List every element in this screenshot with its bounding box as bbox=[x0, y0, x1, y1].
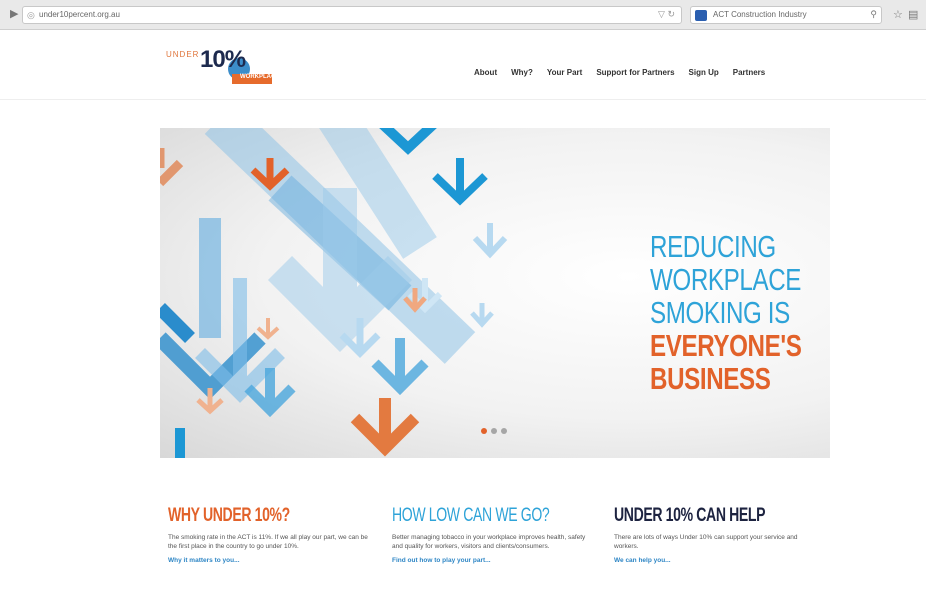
main-nav: About Why? Your Part Support for Partner… bbox=[474, 68, 765, 82]
column-body: The smoking rate in the ACT is 11%. If w… bbox=[168, 534, 368, 550]
why-it-matters-link[interactable]: Why it matters to you... bbox=[168, 557, 373, 564]
logo-subtitle: WORKPLACE bbox=[240, 74, 280, 80]
why-under-10-column: WHY UNDER 10%? The smoking rate in the A… bbox=[168, 505, 373, 565]
logo-prefix: UNDER bbox=[166, 50, 200, 59]
nav-why[interactable]: Why? bbox=[511, 68, 533, 82]
site-logo[interactable]: UNDER 10% WORKPLACE bbox=[166, 46, 280, 88]
site-header: UNDER 10% WORKPLACE About Why? Your Part… bbox=[0, 30, 926, 100]
hero-banner[interactable]: REDUCING WORKPLACE SMOKING IS EVERYONE'S… bbox=[160, 128, 830, 458]
back-arrow-icon[interactable]: ▶ bbox=[10, 8, 22, 20]
arrow-shape bbox=[371, 338, 429, 396]
hero-line: BUSINESS bbox=[650, 361, 771, 396]
play-your-part-link[interactable]: Find out how to play your part... bbox=[392, 557, 597, 564]
hero-headline: REDUCING WORKPLACE SMOKING IS EVERYONE'S… bbox=[650, 230, 830, 395]
hero-line: WORKPLACE bbox=[650, 262, 802, 297]
arrow-shape bbox=[472, 223, 508, 259]
logo-number: 10% bbox=[200, 46, 246, 73]
hero-line: EVERYONE'S bbox=[650, 328, 802, 363]
arrow-shape bbox=[470, 303, 494, 328]
nav-sign-up[interactable]: Sign Up bbox=[689, 68, 719, 82]
we-can-help-link[interactable]: We can help you... bbox=[614, 557, 819, 564]
arrow-shape bbox=[379, 128, 437, 155]
arrow-shape bbox=[432, 158, 488, 206]
nav-about[interactable]: About bbox=[474, 68, 497, 82]
column-body: There are lots of ways Under 10% can sup… bbox=[614, 534, 798, 550]
bookmark-star-icon[interactable]: ☆ bbox=[893, 8, 903, 21]
address-bar[interactable]: ◎ under10percent.org.au ▽ ↻ bbox=[22, 6, 682, 24]
browser-toolbar: ▶ ◎ under10percent.org.au ▽ ↻ ACT Constr… bbox=[0, 0, 926, 30]
url-text: under10percent.org.au bbox=[39, 10, 120, 19]
arrow-shape bbox=[350, 398, 420, 457]
search-engine-icon[interactable] bbox=[695, 10, 707, 21]
slider-dots bbox=[481, 428, 507, 434]
how-low-column: HOW LOW CAN WE GO? Better managing tobac… bbox=[392, 505, 597, 565]
search-bar[interactable]: ACT Construction Industry ⚲ bbox=[690, 6, 882, 24]
hero-line: REDUCING bbox=[650, 229, 776, 264]
slider-dot[interactable] bbox=[481, 428, 487, 434]
slider-dot[interactable] bbox=[501, 428, 507, 434]
reload-icon[interactable]: ▽ ↻ bbox=[658, 9, 675, 20]
can-help-column: UNDER 10% CAN HELP There are lots of way… bbox=[614, 505, 819, 565]
arrow-shape bbox=[160, 148, 184, 187]
bookmarks-icon[interactable]: ▤ bbox=[908, 8, 918, 21]
column-heading: HOW LOW CAN WE GO? bbox=[392, 505, 550, 526]
nav-your-part[interactable]: Your Part bbox=[547, 68, 582, 82]
slider-dot[interactable] bbox=[491, 428, 497, 434]
arrow-shape bbox=[196, 388, 224, 415]
arrow-shape bbox=[256, 318, 280, 340]
search-text: ACT Construction Industry bbox=[713, 10, 807, 19]
column-heading: WHY UNDER 10%? bbox=[168, 505, 290, 526]
column-body: Better managing tobacco in your workplac… bbox=[392, 534, 586, 550]
hero-line: SMOKING IS bbox=[650, 295, 790, 330]
nav-partners[interactable]: Partners bbox=[733, 68, 765, 82]
column-heading: UNDER 10% CAN HELP bbox=[614, 505, 766, 526]
globe-icon: ◎ bbox=[27, 10, 35, 20]
nav-support-for-partners[interactable]: Support for Partners bbox=[596, 68, 674, 82]
search-icon[interactable]: ⚲ bbox=[870, 9, 877, 20]
